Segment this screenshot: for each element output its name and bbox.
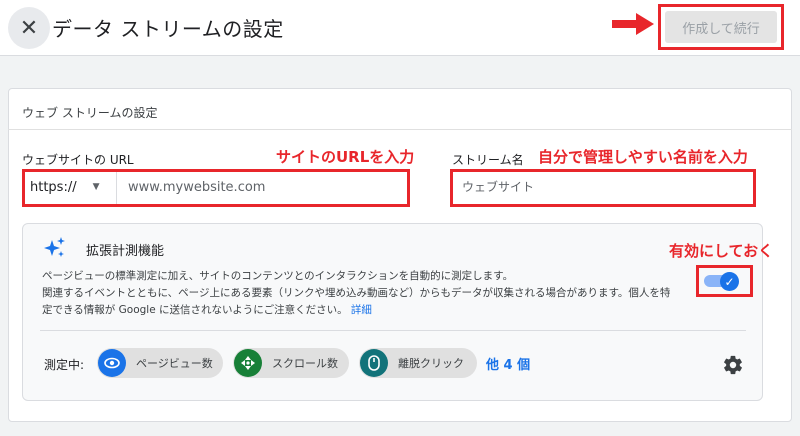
toggle-annotation: 有効にしておく bbox=[669, 242, 774, 260]
stream-name-annotation: 自分で管理しやすい名前を入力 bbox=[538, 148, 748, 166]
panel-divider bbox=[40, 330, 746, 331]
description-line-2: 関連するイベントとともに、ページ上にある要素（リンクや埋め込み動画など）からもデ… bbox=[42, 287, 671, 299]
gear-icon[interactable] bbox=[722, 354, 744, 376]
chip-label: 離脱クリック bbox=[398, 357, 464, 370]
check-icon: ✓ bbox=[720, 272, 739, 291]
enhanced-measurement-description: ページビューの標準測定に加え、サイトのコンテンツとのインタラクションを自動的に測… bbox=[42, 268, 687, 319]
arrow-right-icon bbox=[612, 13, 654, 35]
description-line-3: 定できる情報が Google に送信されないようにご注意ください。 bbox=[42, 304, 348, 316]
chip-label: ページビュー数 bbox=[136, 357, 213, 370]
details-link[interactable]: 詳細 bbox=[351, 304, 372, 316]
url-separator bbox=[116, 172, 117, 204]
website-url-input[interactable] bbox=[128, 176, 398, 198]
chevron-down-icon: ▼ bbox=[92, 182, 100, 192]
chip-label: スクロール数 bbox=[272, 357, 338, 370]
chip-scrolls[interactable]: スクロール数 bbox=[233, 348, 349, 378]
url-annotation: サイトのURLを入力 bbox=[276, 148, 415, 166]
more-events-link[interactable]: 他 4 個 bbox=[486, 354, 530, 373]
mouse-icon bbox=[360, 349, 388, 377]
page-title: データ ストリームの設定 bbox=[52, 17, 284, 41]
chip-page-views[interactable]: ページビュー数 bbox=[97, 348, 223, 378]
description-line-1: ページビューの標準測定に加え、サイトのコンテンツとのインタラクションを自動的に測… bbox=[42, 270, 514, 282]
eye-icon bbox=[98, 349, 126, 377]
protocol-value: https:// bbox=[30, 179, 77, 195]
protocol-select[interactable]: https:// ▼ bbox=[30, 174, 112, 200]
measuring-label: 測定中: bbox=[44, 358, 85, 372]
section-title: ウェブ ストリームの設定 bbox=[22, 106, 158, 120]
section-divider bbox=[8, 129, 792, 130]
close-button[interactable]: ✕ bbox=[8, 7, 50, 49]
sparkle-icon bbox=[44, 237, 65, 257]
enhanced-measurement-title: 拡張計測機能 bbox=[86, 244, 165, 259]
stream-name-label: ストリーム名 bbox=[452, 153, 524, 167]
description-line-3-wrap: 定できる情報が Google に送信されないようにご注意ください。 詳細 bbox=[42, 302, 687, 319]
close-icon: ✕ bbox=[19, 15, 39, 41]
chip-outbound-clicks[interactable]: 離脱クリック bbox=[359, 348, 477, 378]
scroll-icon bbox=[234, 349, 262, 377]
create-and-continue-button[interactable]: 作成して続行 bbox=[665, 11, 777, 43]
enhanced-measurement-toggle[interactable]: ✓ bbox=[704, 272, 740, 291]
stream-name-input[interactable] bbox=[462, 176, 742, 198]
url-label: ウェブサイトの URL bbox=[22, 153, 134, 167]
